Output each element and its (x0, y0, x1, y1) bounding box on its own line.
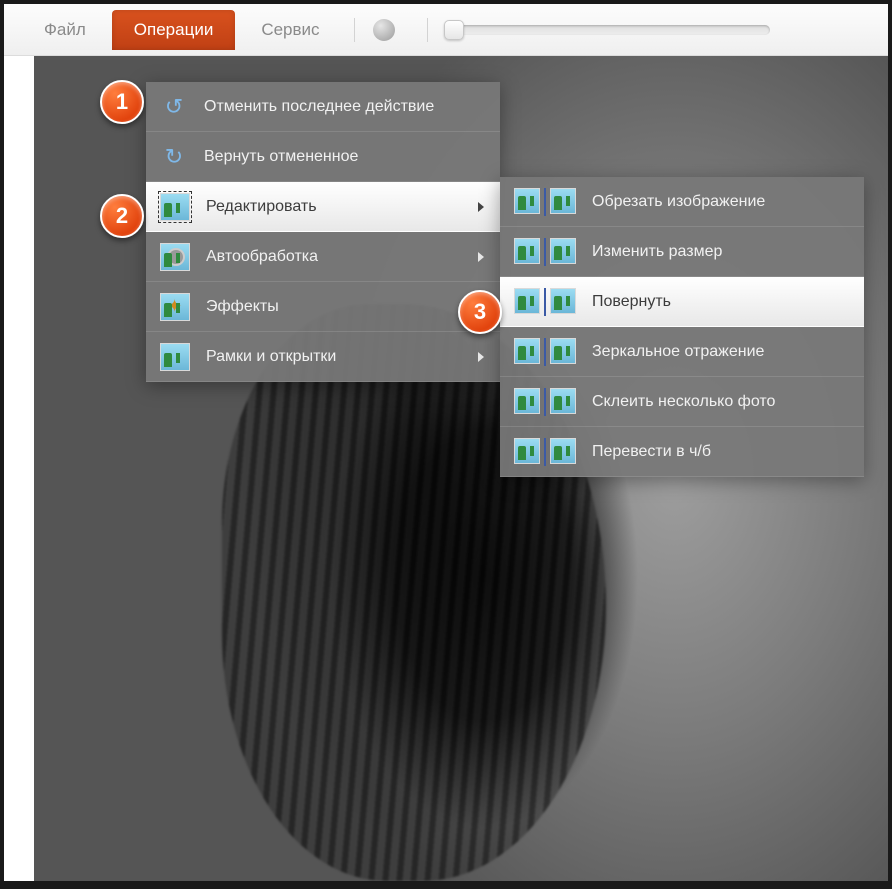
submenu-rotate[interactable]: Повернуть (500, 277, 864, 327)
effects-icon (160, 293, 190, 321)
chevron-right-icon (478, 202, 484, 212)
rotate-icon (514, 288, 576, 316)
menubar: Файл Операции Сервис (4, 4, 888, 56)
slider-track[interactable] (450, 25, 770, 35)
menu-label: Обрезать изображение (592, 193, 765, 211)
menu-label: Рамки и открытки (206, 348, 336, 366)
frames-icon (160, 343, 190, 371)
merge-icon (514, 388, 576, 416)
chevron-right-icon (478, 352, 484, 362)
redo-icon: ↻ (160, 143, 188, 171)
menu-label: Изменить размер (592, 243, 722, 261)
menu-undo[interactable]: ↻ Отменить последнее действие (146, 82, 500, 132)
edit-submenu: Обрезать изображение Изменить размер Пов… (500, 177, 864, 477)
submenu-resize[interactable]: Изменить размер (500, 227, 864, 277)
auto-icon (160, 243, 190, 271)
slider-thumb[interactable] (444, 20, 464, 40)
submenu-crop[interactable]: Обрезать изображение (500, 177, 864, 227)
menu-operations[interactable]: Операции (112, 10, 236, 50)
chevron-right-icon (478, 252, 484, 262)
zoom-slider[interactable] (450, 25, 770, 35)
separator (427, 18, 428, 42)
menu-label: Зеркальное отражение (592, 343, 764, 361)
menu-file[interactable]: Файл (22, 10, 108, 50)
mirror-icon (514, 338, 576, 366)
submenu-merge[interactable]: Склеить несколько фото (500, 377, 864, 427)
globe-icon[interactable] (373, 19, 395, 41)
menu-label: Вернуть отмененное (204, 148, 358, 166)
undo-icon: ↻ (160, 93, 188, 121)
menu-effects[interactable]: Эффекты (146, 282, 500, 332)
callout-2: 2 (100, 194, 144, 238)
menu-edit[interactable]: Редактировать (146, 182, 500, 232)
edit-icon (160, 193, 190, 221)
menu-label: Повернуть (592, 293, 671, 311)
separator (354, 18, 355, 42)
app-window: Файл Операции Сервис ↻ Отменить последне… (4, 4, 888, 881)
callout-3: 3 (458, 290, 502, 334)
menu-label: Редактировать (206, 198, 317, 216)
crop-icon (514, 188, 576, 216)
menu-label: Склеить несколько фото (592, 393, 775, 411)
menu-label: Автообработка (206, 248, 318, 266)
menu-auto[interactable]: Автообработка (146, 232, 500, 282)
bw-icon (514, 438, 576, 466)
menu-frames[interactable]: Рамки и открытки (146, 332, 500, 382)
menu-label: Эффекты (206, 298, 279, 316)
menu-service[interactable]: Сервис (239, 10, 341, 50)
callout-1: 1 (100, 80, 144, 124)
submenu-bw[interactable]: Перевести в ч/б (500, 427, 864, 477)
resize-icon (514, 238, 576, 266)
menu-label: Отменить последнее действие (204, 98, 434, 116)
menu-redo[interactable]: ↻ Вернуть отмененное (146, 132, 500, 182)
submenu-mirror[interactable]: Зеркальное отражение (500, 327, 864, 377)
operations-dropdown: ↻ Отменить последнее действие ↻ Вернуть … (146, 82, 500, 382)
menu-label: Перевести в ч/б (592, 443, 711, 461)
